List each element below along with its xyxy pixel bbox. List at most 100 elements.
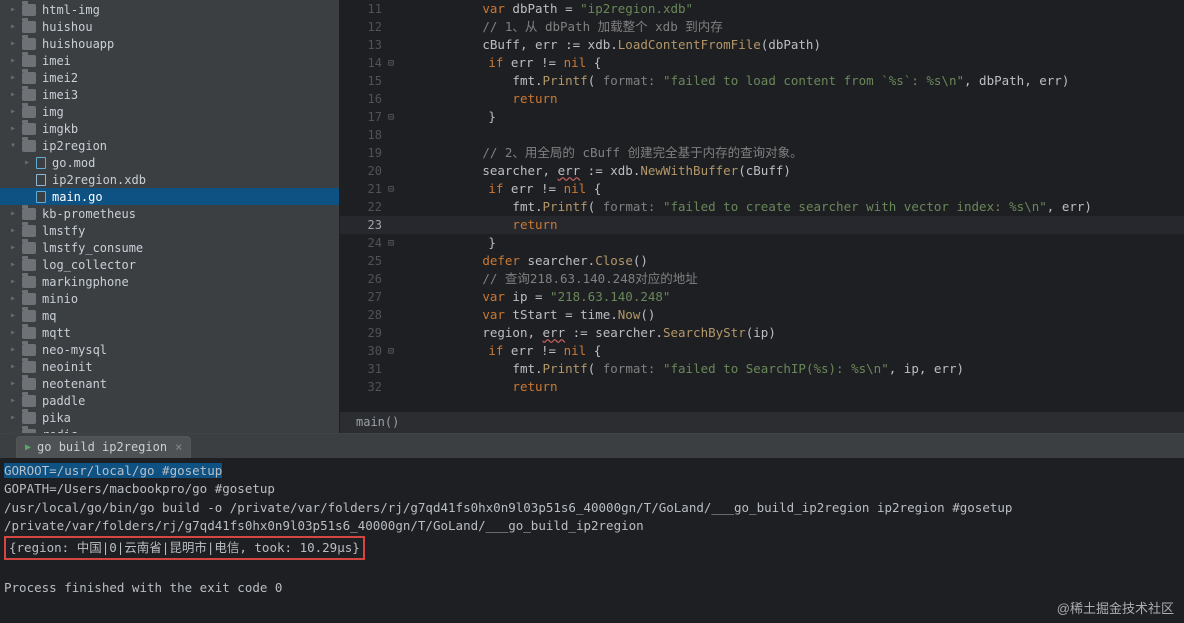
tree-folder[interactable]: neotenant [0,375,339,392]
tree-file[interactable]: go.mod [0,154,339,171]
tree-folder[interactable]: huishouapp [0,35,339,52]
code-text[interactable]: fmt.Printf( format: "failed to load cont… [392,72,1069,90]
close-icon[interactable]: × [175,440,182,454]
tree-folder[interactable]: huishou [0,18,339,35]
code-line[interactable]: 16 return [340,90,1184,108]
code-line[interactable]: 19 // 2、用全局的 cBuff 创建完全基于内存的查询对象。 [340,144,1184,162]
chevron-icon[interactable] [24,157,34,168]
chevron-icon[interactable] [10,123,20,134]
code-text[interactable]: var dbPath = "ip2region.xdb" [392,0,693,18]
code-text[interactable]: // 2、用全局的 cBuff 创建完全基于内存的查询对象。 [392,144,803,162]
code-line[interactable]: 31 fmt.Printf( format: "failed to Search… [340,360,1184,378]
code-line[interactable]: 14⊟ if err != nil { [340,54,1184,72]
chevron-icon[interactable] [10,412,20,423]
code-line[interactable]: 26 // 查询218.63.140.248对应的地址 [340,270,1184,288]
tree-folder[interactable]: imei2 [0,69,339,86]
code-text[interactable]: if err != nil { [398,342,601,360]
code-line[interactable]: 11 var dbPath = "ip2region.xdb" [340,0,1184,18]
tree-folder[interactable]: minio [0,290,339,307]
tree-folder[interactable]: imei3 [0,86,339,103]
chevron-icon[interactable] [10,310,20,321]
code-text[interactable]: return [392,90,558,108]
tree-folder[interactable]: lmstfy [0,222,339,239]
code-line[interactable]: 29 region, err := searcher.SearchByStr(i… [340,324,1184,342]
run-tab[interactable]: ▶ go build ip2region × [16,436,191,458]
code-text[interactable]: // 查询218.63.140.248对应的地址 [392,270,698,288]
tree-folder[interactable]: paddle [0,392,339,409]
chevron-icon[interactable] [10,72,20,83]
code-text[interactable]: var tStart = time.Now() [392,306,655,324]
chevron-icon[interactable] [10,361,20,372]
chevron-icon[interactable] [10,208,20,219]
chevron-icon[interactable] [10,140,20,151]
code-text[interactable]: return [392,216,558,234]
code-text[interactable]: if err != nil { [398,180,601,198]
tree-folder[interactable]: log_collector [0,256,339,273]
tree-folder[interactable]: neoinit [0,358,339,375]
code-text[interactable]: fmt.Printf( format: "failed to create se… [392,198,1092,216]
code-text[interactable]: defer searcher.Close() [392,252,648,270]
code-line[interactable]: 20 searcher, err := xdb.NewWithBuffer(cB… [340,162,1184,180]
file-icon [36,174,46,186]
chevron-icon[interactable] [10,38,20,49]
tree-folder[interactable]: neo-mysql [0,341,339,358]
tree-file[interactable]: ip2region.xdb [0,171,339,188]
code-line[interactable]: 21⊟ if err != nil { [340,180,1184,198]
chevron-icon[interactable] [10,55,20,66]
code-line[interactable]: 28 var tStart = time.Now() [340,306,1184,324]
code-line[interactable]: 25 defer searcher.Close() [340,252,1184,270]
chevron-icon[interactable] [10,378,20,389]
code-text[interactable]: region, err := searcher.SearchByStr(ip) [392,324,776,342]
tree-folder[interactable]: html-img [0,1,339,18]
tree-file[interactable]: main.go [0,188,339,205]
code-line[interactable]: 27 var ip = "218.63.140.248" [340,288,1184,306]
code-line[interactable]: 12 // 1、从 dbPath 加载整个 xdb 到内存 [340,18,1184,36]
console-output[interactable]: GOROOT=/usr/local/go #gosetupGOPATH=/Use… [0,458,1184,623]
chevron-icon[interactable] [10,21,20,32]
code-text[interactable]: fmt.Printf( format: "failed to SearchIP(… [392,360,964,378]
code-text[interactable]: } [398,234,496,252]
tree-folder[interactable]: imgkb [0,120,339,137]
chevron-icon[interactable] [10,293,20,304]
tree-folder[interactable]: img [0,103,339,120]
project-tree[interactable]: html-imghuishouhuishouappimeiimei2imei3i… [0,0,340,433]
code-text[interactable]: cBuff, err := xdb.LoadContentFromFile(db… [392,36,821,54]
code-text[interactable]: } [398,108,496,126]
chevron-icon[interactable] [10,344,20,355]
code-text[interactable] [392,126,482,144]
code-line[interactable]: 15 fmt.Printf( format: "failed to load c… [340,72,1184,90]
code-line[interactable]: 30⊟ if err != nil { [340,342,1184,360]
tree-folder[interactable]: pika [0,409,339,426]
chevron-icon[interactable] [10,89,20,100]
tree-folder[interactable]: ip2region [0,137,339,154]
code-line[interactable]: 18 [340,126,1184,144]
code-line[interactable]: 22 fmt.Printf( format: "failed to create… [340,198,1184,216]
code-editor[interactable]: 11 var dbPath = "ip2region.xdb"12 // 1、从… [340,0,1184,433]
code-line[interactable]: 13 cBuff, err := xdb.LoadContentFromFile… [340,36,1184,54]
chevron-icon[interactable] [10,4,20,15]
breadcrumb[interactable]: main() [340,411,1184,433]
chevron-icon[interactable] [10,225,20,236]
chevron-icon[interactable] [10,242,20,253]
chevron-icon[interactable] [10,395,20,406]
code-line[interactable]: 32 return [340,378,1184,396]
tree-folder[interactable]: markingphone [0,273,339,290]
chevron-icon[interactable] [10,327,20,338]
code-text[interactable]: return [392,378,558,396]
code-line[interactable]: 24⊟ } [340,234,1184,252]
code-text[interactable]: searcher, err := xdb.NewWithBuffer(cBuff… [392,162,791,180]
chevron-icon[interactable] [10,276,20,287]
tree-folder[interactable]: kb-prometheus [0,205,339,222]
code-line[interactable]: 17⊟ } [340,108,1184,126]
tree-folder[interactable]: lmstfy_consume [0,239,339,256]
code-text[interactable]: var ip = "218.63.140.248" [392,288,670,306]
chevron-icon[interactable] [10,259,20,270]
code-text[interactable]: if err != nil { [398,54,601,72]
chevron-icon[interactable] [10,106,20,117]
tree-folder[interactable]: mq [0,307,339,324]
tree-folder[interactable]: imei [0,52,339,69]
code-line[interactable]: 23 return [340,216,1184,234]
breadcrumb-func[interactable]: main() [356,415,399,429]
code-text[interactable]: // 1、从 dbPath 加载整个 xdb 到内存 [392,18,723,36]
tree-folder[interactable]: mqtt [0,324,339,341]
